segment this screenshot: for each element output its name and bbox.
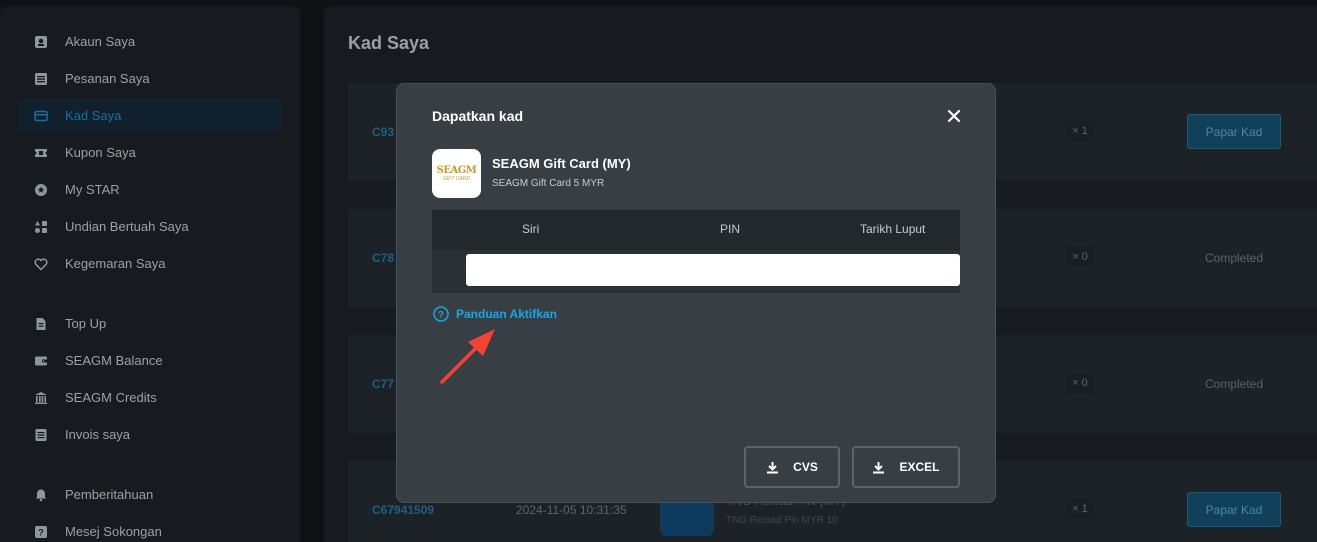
order-qty: × 0 — [1066, 247, 1094, 267]
card-icon — [34, 109, 48, 123]
star-icon — [34, 183, 48, 197]
column-header-pin: PIN — [720, 222, 741, 236]
bank-icon — [34, 391, 48, 405]
modal-title: Dapatkan kad — [432, 108, 524, 124]
column-header-siri: Siri — [522, 222, 540, 236]
product-subtitle: TNG Reload Pin MYR 10 — [726, 515, 838, 526]
order-status: Completed — [1204, 251, 1264, 265]
bell-icon — [34, 488, 48, 502]
sidebar-item-kad-saya[interactable]: Kad Saya — [18, 99, 282, 132]
svg-text:?: ? — [438, 310, 444, 321]
wallet-icon — [34, 354, 48, 368]
download-icon — [873, 461, 885, 473]
sidebar-item-label: Undian Bertuah Saya — [65, 219, 189, 234]
table-row — [466, 254, 960, 286]
orders-icon — [34, 72, 48, 86]
sidebar-item-seagm-balance[interactable]: SEAGM Balance — [18, 344, 282, 377]
column-header-tarikh-luput: Tarikh Luput — [860, 222, 926, 236]
sidebar-item-label: Invois saya — [65, 427, 131, 442]
sidebar-item-label: My STAR — [65, 182, 120, 197]
order-qty: × 1 — [1066, 499, 1094, 519]
sidebar-item-top-up[interactable]: Top Up — [18, 307, 282, 340]
order-code[interactable]: C93 — [372, 125, 394, 139]
get-card-modal: Dapatkan kad SEAGM GIFT CARD SEAGM Gift … — [396, 83, 996, 503]
table-header: Siri PIN Tarikh Luput — [432, 210, 960, 250]
sidebar-item-pesanan-saya[interactable]: Pesanan Saya — [18, 62, 282, 95]
invoice-icon — [34, 428, 48, 442]
papar-kad-button[interactable]: Papar Kad — [1187, 114, 1281, 149]
sidebar-item-invois-saya[interactable]: Invois saya — [18, 418, 282, 451]
sidebar-item-label: Mesej Sokongan — [65, 524, 162, 539]
sidebar-item-label: Kupon Saya — [65, 145, 136, 160]
download-excel-button[interactable]: EXCEL — [852, 446, 960, 488]
sidebar-item-mesej-sokongan[interactable]: ? Mesej Sokongan — [18, 515, 282, 542]
sidebar-item-pemberitahuan[interactable]: Pemberitahuan — [18, 478, 282, 511]
help-icon: ? — [34, 525, 48, 539]
sidebar-item-label: Akaun Saya — [65, 34, 136, 49]
sidebar-item-label: SEAGM Credits — [65, 390, 157, 405]
order-code[interactable]: C77 — [372, 377, 394, 391]
document-icon — [34, 317, 48, 331]
sidebar-item-label: Top Up — [65, 316, 107, 331]
activation-guide-link[interactable]: ? Panduan Aktifkan — [433, 306, 557, 322]
ticket-icon — [34, 146, 48, 160]
sidebar-item-kegemaran-saya[interactable]: Kegemaran Saya — [18, 247, 282, 280]
papar-kad-button[interactable]: Papar Kad — [1187, 492, 1281, 527]
help-circle-icon: ? — [433, 306, 449, 322]
download-cvs-button[interactable]: CVS — [744, 446, 840, 488]
heart-icon — [34, 257, 48, 271]
sidebar-item-akaun-saya[interactable]: Akaun Saya — [18, 25, 282, 58]
order-code[interactable]: C67941509 — [372, 503, 434, 517]
activation-guide-label: Panduan Aktifkan — [456, 307, 557, 321]
gift-card-logo: SEAGM GIFT CARD — [432, 149, 481, 198]
card-subtitle: SEAGM Gift Card 5 MYR — [492, 178, 605, 189]
annotation-arrow — [440, 329, 495, 384]
shapes-icon — [34, 220, 48, 234]
sidebar-item-undian-bertuah-saya[interactable]: Undian Bertuah Saya — [18, 210, 282, 243]
close-icon[interactable] — [946, 108, 962, 124]
order-qty: × 0 — [1066, 373, 1094, 393]
card-table: Siri PIN Tarikh Luput — [432, 210, 960, 293]
sidebar-item-seagm-credits[interactable]: SEAGM Credits — [18, 381, 282, 414]
account-icon — [34, 35, 48, 49]
page-title: Kad Saya — [348, 33, 430, 53]
sidebar-item-label: Pemberitahuan — [65, 487, 154, 502]
sidebar-item-label: SEAGM Balance — [65, 353, 163, 368]
sidebar-item-label: Kad Saya — [65, 108, 122, 123]
sidebar-item-label: Kegemaran Saya — [65, 256, 166, 271]
sidebar-item-my-star[interactable]: My STAR — [18, 173, 282, 206]
order-qty: × 1 — [1066, 121, 1094, 141]
sidebar-item-kupon-saya[interactable]: Kupon Saya — [18, 136, 282, 169]
order-code[interactable]: C78 — [372, 251, 394, 265]
sidebar-item-label: Pesanan Saya — [65, 71, 150, 86]
card-name: SEAGM Gift Card (MY) — [492, 156, 631, 171]
order-status: Completed — [1204, 377, 1264, 391]
order-date: 2024-11-05 10:31:35 — [516, 503, 627, 517]
svg-text:?: ? — [38, 527, 44, 537]
download-icon — [767, 461, 779, 473]
